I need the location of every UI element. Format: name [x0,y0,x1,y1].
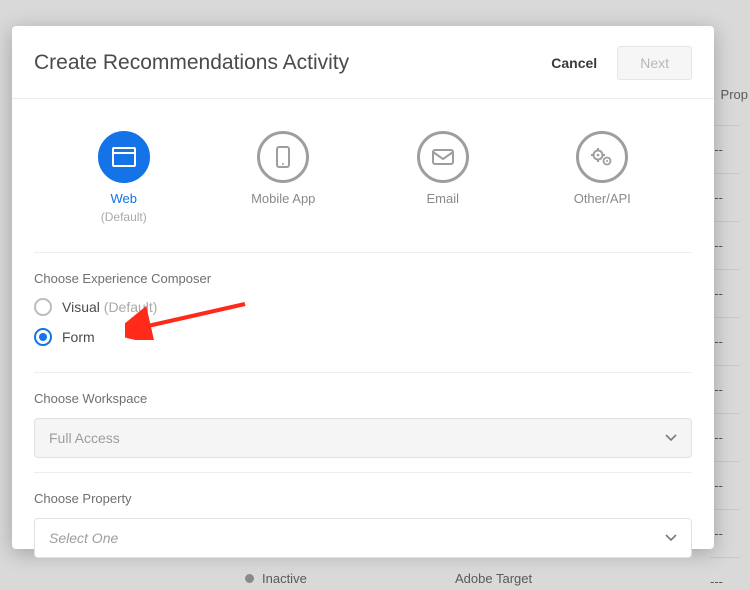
section-title: Choose Experience Composer [34,271,692,286]
property-section: Choose Property Select One [34,473,692,558]
radio-icon [34,298,52,316]
section-title: Choose Workspace [34,391,692,406]
bg-row-cell: --- [710,557,740,590]
channel-web[interactable]: Web (Default) [54,131,194,224]
property-select[interactable]: Select One [34,518,692,558]
modal-body: Web (Default) Mobile App Email [12,99,714,558]
bg-row-cell: --- [710,125,740,173]
mobile-icon [257,131,309,183]
next-button[interactable]: Next [617,46,692,80]
select-value: Full Access [49,430,120,446]
channel-mobile[interactable]: Mobile App [213,131,353,206]
web-icon [98,131,150,183]
channel-label: Email [426,191,459,206]
radio-icon [34,328,52,346]
channel-picker: Web (Default) Mobile App Email [34,99,692,253]
bg-status: Inactive [245,571,307,586]
bg-row-cell: --- [710,221,740,269]
modal-header: Create Recommendations Activity Cancel N… [12,26,714,99]
channel-sublabel: (Default) [101,210,147,224]
channel-label: Mobile App [251,191,315,206]
workspace-section: Choose Workspace Full Access [34,373,692,473]
create-activity-modal: Create Recommendations Activity Cancel N… [12,26,714,549]
bg-status-text: Inactive [262,571,307,586]
experience-composer-section: Choose Experience Composer Visual (Defau… [34,253,692,373]
bg-column-property: Prop [721,87,748,102]
channel-other[interactable]: Other/API [532,131,672,206]
channel-label: Other/API [574,191,631,206]
composer-form-radio[interactable]: Form [34,328,692,346]
email-icon [417,131,469,183]
channel-label: Web [111,191,138,206]
radio-label: Form [62,329,95,345]
bg-row-cell: --- [710,173,740,221]
chevron-down-icon [665,434,677,442]
bg-row-cell: --- [710,269,740,317]
radio-label: Visual (Default) [62,299,157,315]
chevron-down-icon [665,534,677,542]
modal-actions: Cancel Next [551,46,692,80]
bg-row-cell: --- [710,413,740,461]
status-dot-icon [245,574,254,583]
bg-row-cell: --- [710,461,740,509]
bg-row-cell: --- [710,317,740,365]
composer-visual-radio[interactable]: Visual (Default) [34,298,692,316]
select-value: Select One [49,530,118,546]
bg-row-cell: --- [710,509,740,557]
bg-row-cell: --- [710,365,740,413]
channel-email[interactable]: Email [373,131,513,206]
workspace-select[interactable]: Full Access [34,418,692,458]
modal-title: Create Recommendations Activity [34,51,349,75]
bg-product: Adobe Target [455,571,532,586]
gears-icon [576,131,628,183]
cancel-button[interactable]: Cancel [551,55,597,71]
section-title: Choose Property [34,491,692,506]
